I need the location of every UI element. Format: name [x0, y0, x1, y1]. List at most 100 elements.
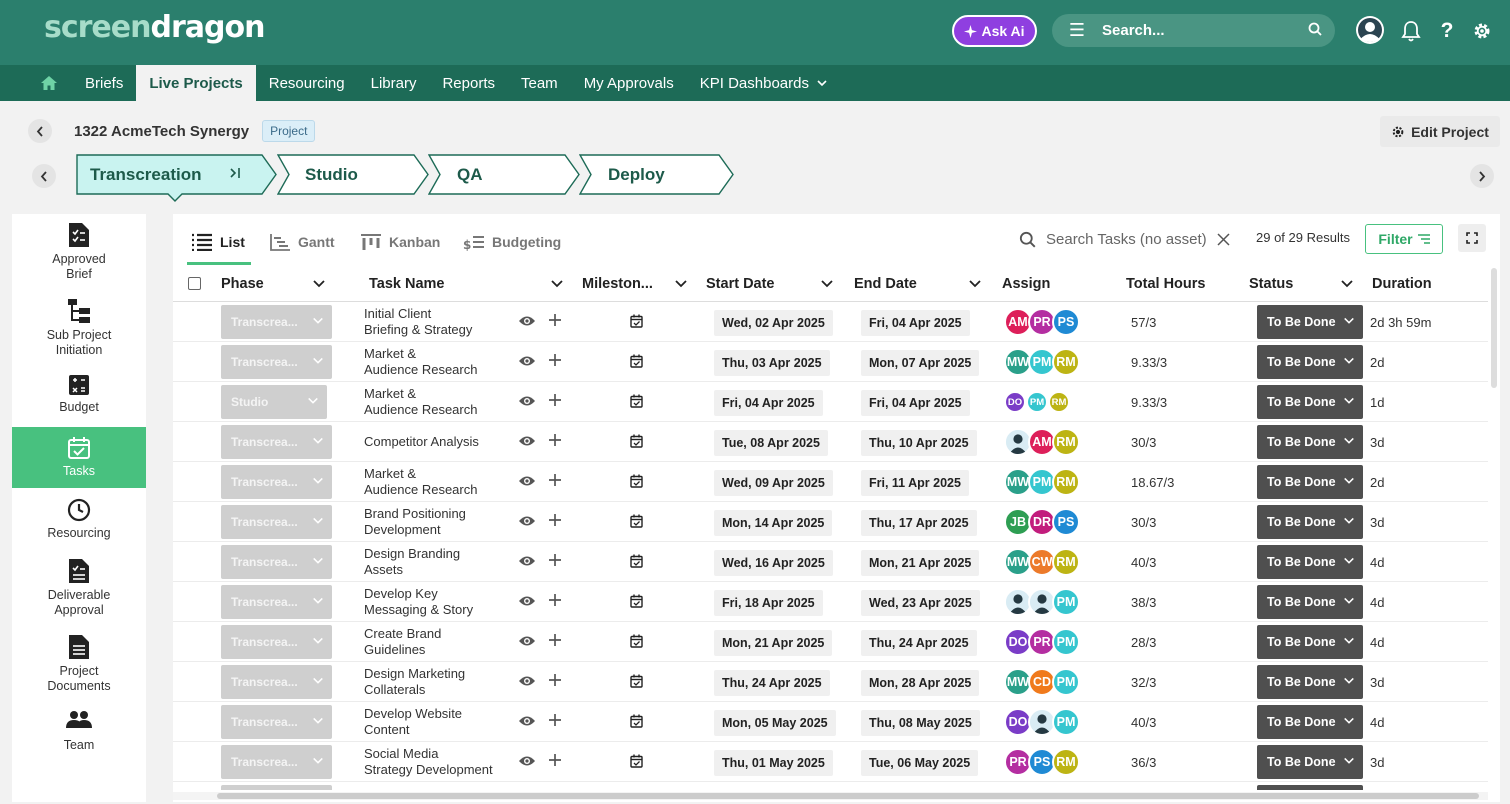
view-eye-icon[interactable]	[518, 594, 536, 613]
user-avatar-icon[interactable]	[1355, 15, 1385, 45]
phase-step-transcreation[interactable]: Transcreation	[76, 154, 278, 202]
phase-select[interactable]: Transcrea...	[221, 665, 332, 699]
view-eye-icon[interactable]	[518, 674, 536, 693]
nav-briefs[interactable]: Briefs	[72, 65, 136, 101]
milestone-calendar-icon[interactable]	[630, 314, 643, 333]
assignees[interactable]: AM RM	[1004, 428, 1080, 456]
assignee-avatar[interactable]: PM	[1052, 628, 1080, 656]
vertical-scrollbar[interactable]	[1491, 268, 1497, 388]
chevron-down-icon[interactable]	[312, 277, 326, 291]
column-header-start-date[interactable]: Start Date	[706, 276, 775, 292]
view-eye-icon[interactable]	[518, 554, 536, 573]
bell-icon[interactable]	[1396, 16, 1426, 46]
table-row[interactable]: Transcrea... Brand Positioning Development…	[173, 502, 1488, 542]
sidebar-item-project-documents[interactable]: Project Documents	[12, 634, 146, 702]
filter-button[interactable]: Filter	[1365, 224, 1443, 254]
view-tab-list[interactable]: List	[191, 231, 245, 253]
table-row[interactable]: Transcrea... Design Branding Assets Wed, 16…	[173, 542, 1488, 582]
assignee-avatar[interactable]: RM	[1052, 468, 1080, 496]
add-subtask-icon[interactable]	[548, 553, 562, 572]
add-subtask-icon[interactable]	[548, 353, 562, 372]
column-header-milestone[interactable]: Mileston...	[582, 276, 653, 292]
end-date-field[interactable]: Thu, 10 Apr 2025	[861, 430, 977, 456]
phase-next-button[interactable]	[1470, 164, 1494, 188]
nav-team[interactable]: Team	[508, 65, 571, 101]
phase-step-studio[interactable]: Studio	[277, 154, 429, 195]
nav-home[interactable]	[0, 65, 72, 101]
status-select[interactable]: To Be Done	[1257, 465, 1363, 499]
assignees[interactable]: PR PS RM	[1004, 748, 1080, 776]
sidebar-item-resourcing[interactable]: Resourcing	[12, 498, 146, 548]
end-date-field[interactable]: Wed, 23 Apr 2025	[861, 590, 980, 616]
assignee-avatar[interactable]: RM	[1048, 391, 1070, 413]
chevron-down-icon[interactable]	[968, 277, 982, 291]
end-date-field[interactable]: Mon, 28 Apr 2025	[861, 670, 980, 696]
column-header-assign[interactable]: Assign	[1002, 276, 1050, 292]
milestone-calendar-icon[interactable]	[630, 554, 643, 573]
add-subtask-icon[interactable]	[548, 473, 562, 492]
milestone-calendar-icon[interactable]	[630, 754, 643, 773]
assignees[interactable]: DO PM RM	[1004, 388, 1070, 416]
view-eye-icon[interactable]	[518, 354, 536, 373]
chevron-down-icon[interactable]	[674, 277, 688, 291]
task-name-link[interactable]: Initial Client Briefing & Strategy	[364, 306, 514, 338]
hamburger-menu-icon[interactable]: ☰	[1052, 20, 1102, 41]
view-eye-icon[interactable]	[518, 634, 536, 653]
task-name-link[interactable]: Market & Audience Research	[364, 466, 514, 498]
assignees[interactable]: MW PM RM	[1004, 468, 1080, 496]
sidebar-item-deliverable-approval[interactable]: Deliverable Approval	[12, 558, 146, 626]
assignees[interactable]: JB DR PS	[1004, 508, 1080, 536]
assignee-avatar[interactable]: PM	[1052, 668, 1080, 696]
assignee-avatar[interactable]: PM	[1026, 391, 1048, 413]
view-eye-icon[interactable]	[518, 514, 536, 533]
view-eye-icon[interactable]	[518, 314, 536, 333]
phase-select[interactable]	[221, 785, 332, 790]
fullscreen-button[interactable]	[1458, 224, 1486, 252]
add-subtask-icon[interactable]	[548, 673, 562, 692]
start-date-field[interactable]: Fri, 18 Apr 2025	[714, 590, 823, 616]
milestone-calendar-icon[interactable]	[630, 594, 643, 613]
assignees[interactable]: AM PR PS	[1004, 308, 1080, 336]
status-select[interactable]: To Be Done	[1257, 385, 1363, 419]
screendragon-logo[interactable]: screendragon	[44, 10, 265, 45]
phase-select[interactable]: Studio	[221, 385, 327, 419]
end-date-field[interactable]: Fri, 04 Apr 2025	[861, 310, 970, 336]
task-name-link[interactable]: Create Brand Guidelines	[364, 626, 514, 658]
status-select[interactable]: To Be Done	[1257, 745, 1363, 779]
scrollbar-thumb[interactable]	[217, 793, 1479, 799]
column-header-total-hours[interactable]: Total Hours	[1126, 276, 1205, 292]
phase-select[interactable]: Transcrea...	[221, 505, 332, 539]
nav-kpi-dashboards[interactable]: KPI Dashboards	[687, 65, 840, 101]
select-all-checkbox[interactable]	[188, 277, 201, 290]
phase-select[interactable]: Transcrea...	[221, 545, 332, 579]
table-row[interactable]: Studio Market & Audience Research Fri, 04 A…	[173, 382, 1488, 422]
start-date-field[interactable]: Thu, 01 May 2025	[714, 750, 833, 776]
global-search[interactable]: ☰ Search...	[1052, 14, 1335, 47]
view-tab-budgeting[interactable]: $ Budgeting	[463, 231, 561, 253]
table-row[interactable]: Transcrea... Initial Client Briefing & Str…	[173, 302, 1488, 342]
add-subtask-icon[interactable]	[548, 433, 562, 452]
assignee-avatar[interactable]: RM	[1052, 748, 1080, 776]
assignee-avatar[interactable]: RM	[1052, 548, 1080, 576]
table-row[interactable]	[173, 782, 1488, 790]
status-select[interactable]	[1257, 785, 1363, 790]
view-eye-icon[interactable]	[518, 754, 536, 773]
task-name-link[interactable]: Design Branding Assets	[364, 546, 514, 578]
start-date-field[interactable]: Wed, 16 Apr 2025	[714, 550, 833, 576]
help-icon[interactable]: ?	[1432, 16, 1462, 46]
task-search-placeholder[interactable]: Search Tasks (no asset)	[1046, 231, 1207, 248]
assignee-avatar[interactable]: RM	[1052, 348, 1080, 376]
phase-select[interactable]: Transcrea...	[221, 345, 332, 379]
sidebar-item-budget[interactable]: Budget	[12, 374, 146, 424]
milestone-calendar-icon[interactable]	[630, 514, 643, 533]
view-tab-kanban[interactable]: Kanban	[360, 231, 440, 253]
task-name-link[interactable]: Social Media Strategy Development	[364, 746, 514, 778]
end-date-field[interactable]: Fri, 11 Apr 2025	[861, 470, 969, 496]
column-header-task-name[interactable]: Task Name	[369, 276, 445, 292]
status-select[interactable]: To Be Done	[1257, 585, 1363, 619]
end-date-field[interactable]: Mon, 07 Apr 2025	[861, 350, 980, 376]
table-row[interactable]: Transcrea... Create Brand Guidelines Mon, 2…	[173, 622, 1488, 662]
add-subtask-icon[interactable]	[548, 713, 562, 732]
status-select[interactable]: To Be Done	[1257, 505, 1363, 539]
phase-select[interactable]: Transcrea...	[221, 305, 332, 339]
